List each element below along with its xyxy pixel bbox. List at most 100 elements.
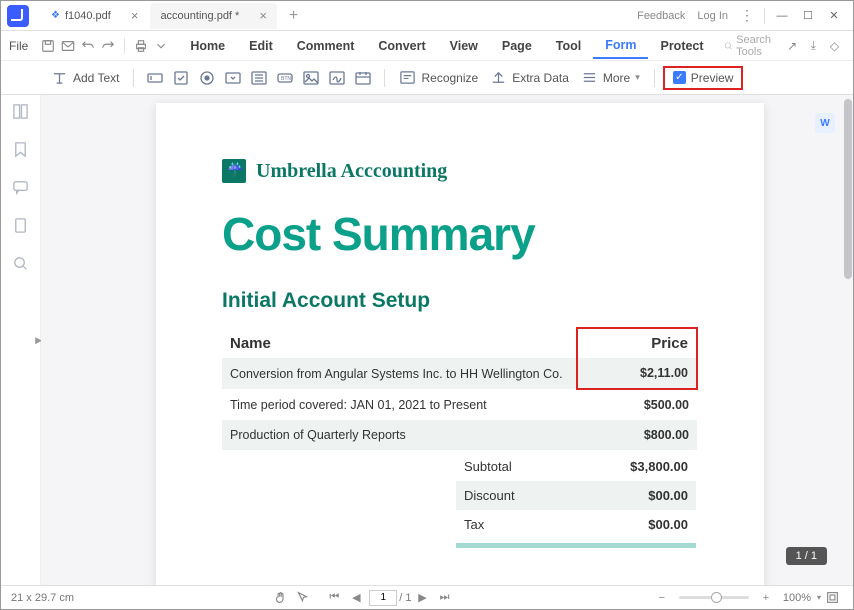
menu-page[interactable]: Page (490, 34, 544, 58)
extra-data-label: Extra Data (512, 71, 569, 85)
menu-protect[interactable]: Protect (648, 34, 715, 58)
file-menu[interactable]: File (9, 39, 28, 53)
login-link[interactable]: Log In (697, 10, 728, 22)
word-export-icon[interactable]: W (815, 113, 835, 133)
next-page-icon[interactable]: ▶ (412, 591, 434, 604)
attachment-icon[interactable] (12, 217, 29, 237)
redo-icon[interactable] (101, 37, 115, 55)
tab-label: accounting.pdf * (160, 10, 239, 22)
dropdown-icon[interactable] (154, 37, 168, 55)
section-heading: Initial Account Setup (222, 289, 698, 313)
cell-name: Production of Quarterly Reports (222, 420, 577, 450)
search-tools[interactable]: Search Tools (724, 34, 782, 58)
menu-home[interactable]: Home (178, 34, 237, 58)
pdf-page: Umbrella Acccounting Cost Summary Initia… (156, 103, 764, 585)
menu-tool[interactable]: Tool (544, 34, 593, 58)
summary-table: Subtotal$3,800.00 Discount$00.00 Tax$00.… (456, 452, 696, 539)
more-button[interactable]: More ▾ (575, 65, 646, 90)
page-total: / 1 (399, 592, 411, 604)
bookmark-icon[interactable] (12, 141, 29, 161)
add-text-button[interactable]: Add Text (45, 65, 125, 90)
preview-toggle[interactable]: Preview (663, 66, 744, 90)
image-field-icon[interactable] (298, 69, 324, 87)
close-button[interactable]: ✕ (821, 9, 847, 22)
search-placeholder: Search Tools (736, 34, 781, 58)
last-page-icon[interactable]: ⏭ (434, 591, 456, 604)
text-field-icon[interactable] (142, 69, 168, 87)
summary-row: Discount$00.00 (456, 481, 696, 510)
brand-name: Umbrella Acccounting (256, 160, 447, 183)
cloud-icon[interactable]: ⤓ (807, 38, 820, 53)
mail-icon[interactable] (61, 37, 75, 55)
close-icon[interactable]: × (131, 8, 139, 23)
button-field-icon[interactable]: BTN (272, 69, 298, 87)
first-page-icon[interactable]: ⏮ (323, 591, 345, 604)
prev-page-icon[interactable]: ◀ (345, 591, 367, 604)
recognize-label: Recognize (421, 71, 478, 85)
menu-view[interactable]: View (438, 34, 490, 58)
total-bar (456, 543, 696, 548)
date-field-icon[interactable] (350, 69, 376, 87)
close-icon[interactable]: × (259, 8, 267, 23)
titlebar: ❖ f1040.pdf × accounting.pdf * × + Feedb… (1, 1, 853, 31)
maximize-button[interactable]: ☐ (795, 9, 821, 22)
summary-row: Subtotal$3,800.00 (456, 452, 696, 481)
feedback-link[interactable]: Feedback (637, 10, 685, 22)
add-text-label: Add Text (73, 71, 119, 85)
page-input[interactable] (369, 590, 397, 606)
more-menu-icon[interactable]: ⋮ (740, 7, 754, 24)
checkbox-icon (673, 71, 686, 84)
zoom-slider[interactable] (679, 596, 749, 599)
brand-row: Umbrella Acccounting (222, 159, 698, 183)
select-tool-icon[interactable] (291, 591, 313, 604)
dropdown-field-icon[interactable] (220, 69, 246, 87)
new-tab-button[interactable]: + (279, 7, 308, 25)
undo-icon[interactable] (81, 37, 95, 55)
recognize-button[interactable]: Recognize (393, 65, 484, 90)
checkbox-icon[interactable] (168, 69, 194, 87)
share-icon[interactable]: ↗ (786, 39, 799, 53)
page-indicator: 1 / 1 (786, 547, 827, 565)
document-canvas[interactable]: W 1 / 1 Umbrella Acccounting Cost Summar… (41, 95, 853, 585)
table-row: Conversion from Angular Systems Inc. to … (222, 358, 697, 389)
table-header: Name Price (222, 328, 697, 358)
zoom-thumb[interactable] (711, 592, 722, 603)
cell-price: $800.00 (577, 420, 697, 450)
cell-name: Time period covered: JAN 01, 2021 to Pre… (222, 389, 577, 420)
umbrella-icon (222, 159, 246, 183)
tab-label: f1040.pdf (65, 10, 111, 22)
tab-f1040[interactable]: ❖ f1040.pdf × (41, 3, 148, 29)
zoom-value: 100% (783, 592, 811, 604)
svg-text:BTN: BTN (281, 76, 291, 82)
thumbnails-icon[interactable] (12, 103, 29, 123)
fit-page-icon[interactable] (821, 591, 843, 604)
minimize-button[interactable]: — (769, 10, 795, 22)
search-icon[interactable] (12, 255, 29, 275)
statusbar: 21 x 29.7 cm ⏮ ◀ / 1 ▶ ⏭ − + 100% ▾ (1, 585, 853, 609)
form-toolbar: Add Text BTN Recognize Extra Data More ▾… (1, 61, 853, 95)
save-icon[interactable] (41, 37, 55, 55)
signature-icon[interactable] (324, 69, 350, 87)
tab-accounting[interactable]: accounting.pdf * × (150, 3, 276, 29)
zoom-in-icon[interactable]: + (755, 592, 777, 604)
radio-icon[interactable] (194, 69, 220, 87)
menu-form[interactable]: Form (593, 33, 648, 59)
comment-icon[interactable] (12, 179, 29, 199)
summary-row: Tax$00.00 (456, 510, 696, 539)
expand-icon[interactable]: ◇ (828, 39, 841, 53)
extra-data-button[interactable]: Extra Data (484, 65, 575, 90)
menu-comment[interactable]: Comment (285, 34, 367, 58)
hand-tool-icon[interactable] (269, 591, 291, 604)
scrollbar[interactable] (844, 99, 852, 279)
zoom-out-icon[interactable]: − (651, 592, 673, 604)
table-row: Time period covered: JAN 01, 2021 to Pre… (222, 389, 697, 420)
listbox-icon[interactable] (246, 69, 272, 87)
table-row: Production of Quarterly Reports $800.00 (222, 420, 697, 450)
print-icon[interactable] (134, 37, 148, 55)
cell-name: Conversion from Angular Systems Inc. to … (222, 358, 577, 389)
cell-price: $2,11.00 (577, 358, 697, 389)
col-name: Name (222, 328, 577, 358)
cost-table: Name Price Conversion from Angular Syste… (222, 327, 698, 450)
menu-edit[interactable]: Edit (237, 34, 285, 58)
menu-convert[interactable]: Convert (366, 34, 437, 58)
